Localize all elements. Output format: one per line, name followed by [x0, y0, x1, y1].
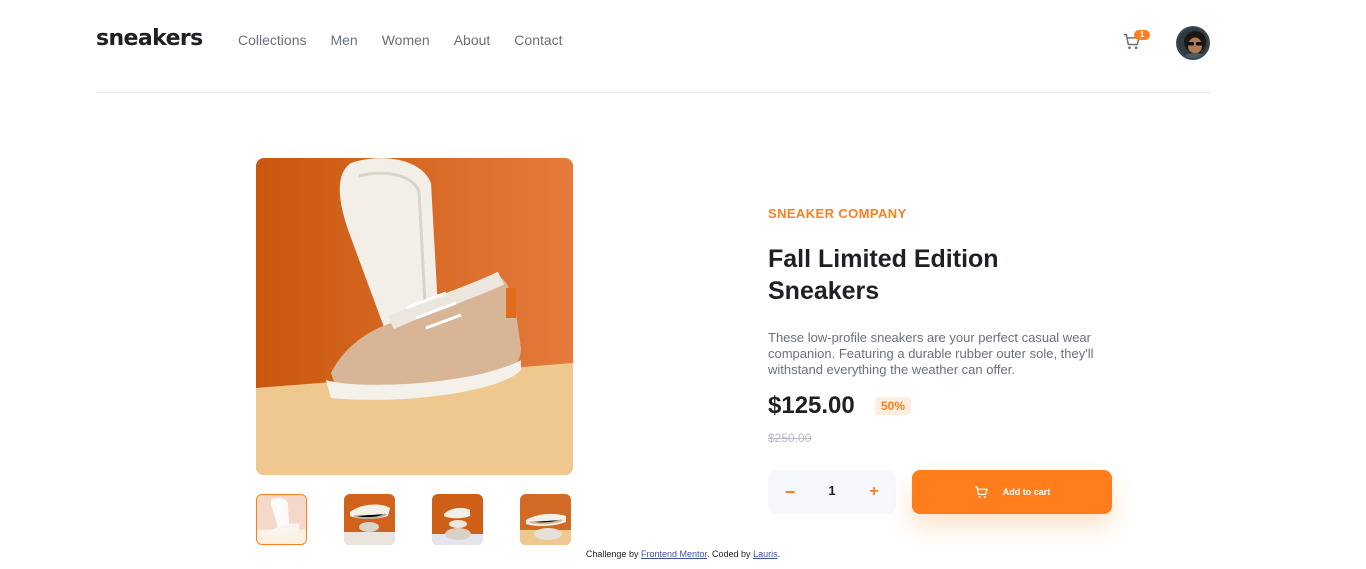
- frontend-mentor-link[interactable]: Frontend Mentor: [641, 549, 707, 559]
- nav-link-women[interactable]: Women: [382, 32, 430, 48]
- attribution-middle: . Coded by: [707, 549, 751, 559]
- product-title-line1: Fall Limited Edition: [768, 245, 999, 273]
- nav-link-collections[interactable]: Collections: [238, 32, 306, 48]
- nav-link-contact[interactable]: Contact: [514, 32, 562, 48]
- original-price: $250.00: [768, 431, 812, 445]
- product-title: Fall Limited Edition Sneakers: [768, 243, 1068, 307]
- product-company: SNEAKER COMPANY: [768, 206, 907, 221]
- product-image-1: [256, 158, 573, 475]
- quantity-value: 1: [828, 483, 836, 498]
- cart-button[interactable]: 1: [1123, 30, 1150, 53]
- product-thumbnail-2[interactable]: [344, 494, 395, 545]
- user-avatar[interactable]: [1176, 26, 1210, 60]
- increase-quantity-button[interactable]: +: [866, 482, 882, 502]
- author-link[interactable]: Lauris: [753, 549, 778, 559]
- site-header: sneakers Collections Men Women About Con…: [96, 0, 1211, 93]
- nav-link-about[interactable]: About: [454, 32, 491, 48]
- product-description: These low-profile sneakers are your perf…: [768, 330, 1094, 377]
- product-thumbnail-4[interactable]: [520, 494, 571, 545]
- quantity-stepper: − 1 +: [768, 470, 896, 514]
- thumbnail-strip: [256, 494, 571, 545]
- add-to-cart-label: Add to cart: [1002, 487, 1051, 497]
- product-title-line2: Sneakers: [768, 277, 880, 305]
- cart-count-badge: 1: [1134, 30, 1150, 40]
- attribution-prefix: Challenge by: [585, 549, 639, 559]
- cart-icon: [974, 485, 988, 498]
- main-nav: Collections Men Women About Contact: [238, 32, 587, 48]
- attribution-suffix: .: [777, 549, 781, 559]
- add-to-cart-button[interactable]: Add to cart: [912, 470, 1112, 514]
- product-price: $125.00: [768, 392, 855, 419]
- product-main-image[interactable]: [256, 158, 573, 475]
- product-thumbnail-3[interactable]: [432, 494, 483, 545]
- logo[interactable]: sneakers: [96, 26, 203, 51]
- avatar-image: [1178, 28, 1208, 58]
- discount-badge: 50%: [875, 397, 912, 415]
- product-thumbnail-1[interactable]: [256, 494, 307, 545]
- decrease-quantity-button[interactable]: −: [782, 482, 798, 502]
- attribution: Challenge by Frontend Mentor. Coded by L…: [0, 549, 1366, 559]
- nav-link-men[interactable]: Men: [330, 32, 357, 48]
